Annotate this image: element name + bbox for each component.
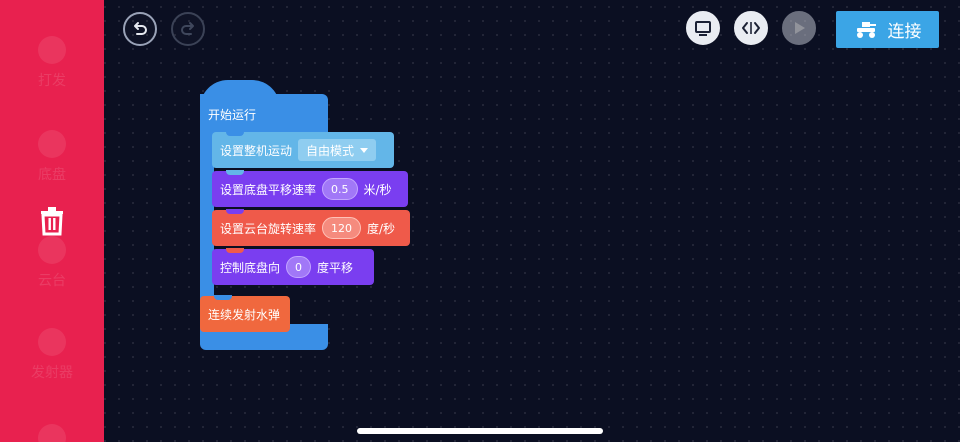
set-gimbal-speed-block[interactable]: 设置云台旋转速率 120 度/秒	[212, 209, 410, 246]
undo-icon	[134, 22, 147, 35]
block-notch	[214, 295, 232, 300]
palette-category-3[interactable]: 云台	[0, 236, 104, 290]
chassis-speed-input[interactable]: 0.5	[322, 178, 358, 200]
translate-angle-input[interactable]: 0	[286, 256, 312, 278]
set-chassis-speed-block[interactable]: 设置底盘平移速率 0.5 米/秒	[212, 170, 408, 207]
dropdown-value: 自由模式	[306, 143, 355, 158]
block-notch	[226, 131, 244, 136]
display-mode-button[interactable]	[686, 11, 720, 45]
redo-button[interactable]	[171, 12, 205, 46]
palette-category-2[interactable]: 底盘	[0, 130, 104, 184]
chevron-down-icon	[360, 147, 369, 153]
block-label: 控制底盘向	[220, 260, 281, 275]
code-icon	[742, 22, 760, 34]
robot-icon	[856, 21, 876, 38]
connect-label: 连接	[887, 22, 922, 42]
redo-icon	[181, 22, 194, 35]
play-icon	[795, 22, 805, 34]
block-notch	[226, 170, 244, 175]
category-dot	[38, 328, 66, 356]
category-dot	[38, 236, 66, 264]
code-view-button[interactable]	[734, 11, 768, 45]
unit-label: 度/秒	[367, 221, 396, 236]
block-label: 设置云台旋转速率	[220, 221, 317, 236]
palette-category-4[interactable]: 发射器	[0, 328, 104, 382]
block-notch	[226, 248, 244, 253]
block-notch	[226, 209, 244, 214]
run-button[interactable]	[782, 11, 816, 45]
monitor-icon	[695, 21, 711, 36]
category-dot	[38, 130, 66, 158]
category-label: 发射器	[31, 365, 73, 381]
start-event-label: 开始运行	[208, 108, 257, 122]
block-label: 设置整机运动	[220, 143, 293, 158]
chassis-translate-block[interactable]: 控制底盘向 0 度平移	[212, 248, 374, 285]
palette-category-5[interactable]	[0, 424, 104, 442]
undo-button[interactable]	[123, 12, 157, 46]
block-palette-sidebar: 打发 底盘 云台 发射器	[0, 0, 104, 442]
category-dot	[38, 36, 66, 64]
unit-label: 度平移	[317, 260, 354, 275]
block-label: 设置底盘平移速率	[220, 182, 317, 197]
category-dot	[38, 424, 66, 442]
mode-dropdown[interactable]: 自由模式	[298, 139, 377, 161]
block-label: 连续发射水弹	[208, 307, 281, 322]
palette-category-1[interactable]: 打发	[0, 36, 104, 90]
set-robot-mode-block[interactable]: 设置整机运动 自由模式	[212, 131, 394, 168]
gimbal-speed-input[interactable]: 120	[322, 217, 362, 239]
trash-icon[interactable]	[38, 206, 66, 236]
category-label: 打发	[38, 73, 66, 89]
category-label: 底盘	[38, 167, 66, 183]
category-label: 云台	[38, 273, 66, 289]
home-indicator[interactable]	[357, 428, 603, 434]
continuous-fire-block[interactable]: 连续发射水弹	[200, 295, 290, 332]
unit-label: 米/秒	[363, 182, 392, 197]
connect-button[interactable]: 连接	[836, 11, 939, 48]
